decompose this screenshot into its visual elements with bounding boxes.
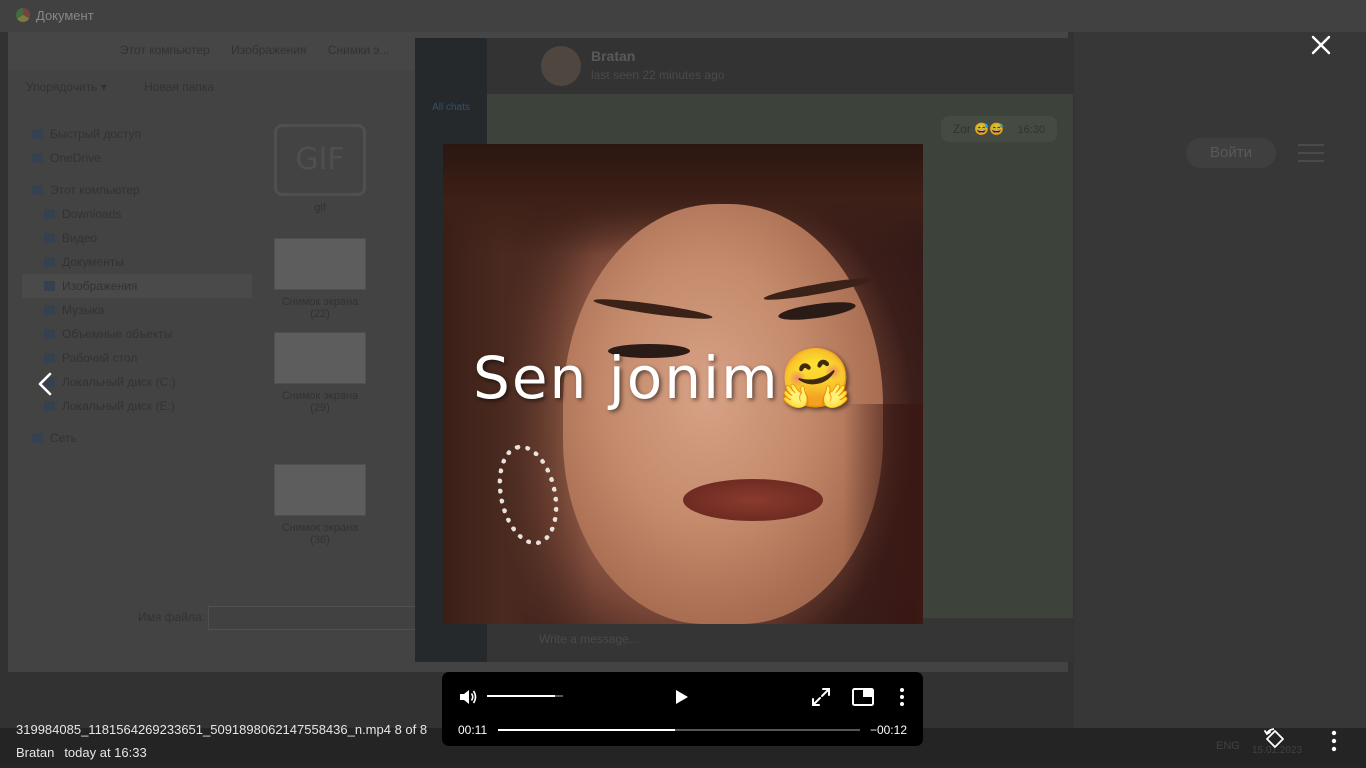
volume-level (487, 695, 556, 697)
media-sender-info[interactable]: Bratan today at 16:33 (16, 745, 147, 760)
media-sender-name[interactable]: Bratan (16, 745, 54, 760)
video-frame-shadow (843, 404, 923, 624)
media-file-info: 319984085_1181564269233651_5091898062147… (16, 722, 428, 737)
play-icon (676, 690, 688, 704)
video-frame-lips (683, 479, 823, 521)
more-options-button[interactable] (894, 686, 910, 708)
rotate-button[interactable] (1262, 726, 1288, 752)
previous-media-button[interactable] (30, 366, 60, 402)
fullscreen-button[interactable] (810, 686, 832, 708)
fullscreen-icon (812, 688, 830, 706)
video-frame-face (563, 204, 883, 624)
mute-button[interactable] (458, 687, 478, 707)
chevron-left-icon (38, 372, 52, 396)
pip-icon (852, 688, 874, 706)
picture-in-picture-button[interactable] (851, 686, 875, 708)
play-button[interactable] (670, 686, 692, 708)
close-icon (1311, 35, 1331, 55)
seek-bar[interactable] (498, 729, 860, 731)
media-sent-date[interactable]: today at 16:33 (64, 745, 146, 760)
rotate-icon (1264, 728, 1284, 748)
video-player[interactable]: Sen jonim🤗 (443, 144, 923, 624)
more-vertical-icon (1331, 730, 1337, 752)
close-viewer-button[interactable] (1306, 30, 1336, 60)
volume-icon (460, 690, 477, 704)
video-caption: Sen jonim🤗 (473, 344, 854, 412)
more-vertical-icon (900, 688, 904, 706)
volume-slider[interactable] (487, 695, 563, 697)
current-time: 00:11 (458, 723, 488, 737)
seek-progress (498, 729, 676, 731)
viewer-more-button[interactable] (1326, 728, 1342, 754)
video-controls: 00:11 −00:12 (442, 672, 923, 746)
remaining-time: −00:12 (869, 723, 907, 737)
